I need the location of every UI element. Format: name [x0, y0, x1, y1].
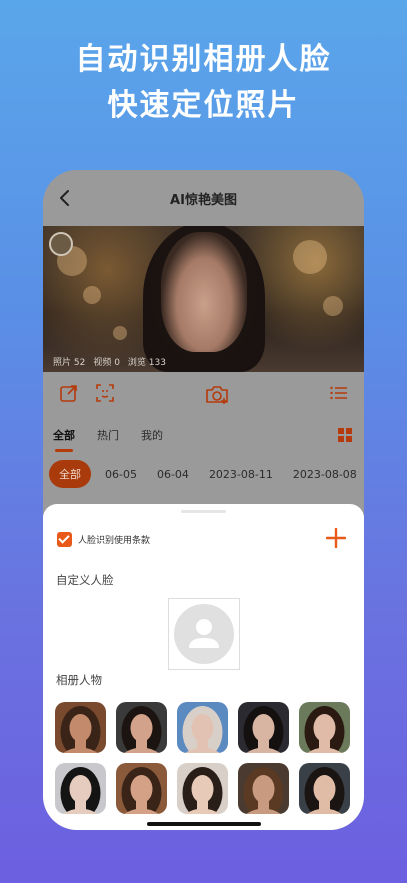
date-chip[interactable]: 06-04 [151, 462, 195, 487]
album-cover[interactable]: 照片 52 视频 0 浏览 133 [43, 226, 364, 372]
sheet-drag-handle[interactable] [181, 510, 226, 513]
album-face-thumb[interactable] [177, 763, 228, 814]
home-indicator [147, 822, 261, 826]
custom-face-title: 自定义人脸 [56, 573, 114, 587]
album-face-thumb[interactable] [55, 702, 106, 753]
date-filter: 全部 06-05 06-04 2023-08-11 2023-08-08 [43, 454, 364, 494]
grid-view-icon[interactable] [338, 428, 352, 442]
album-avatar[interactable] [49, 232, 73, 256]
phone-screen: AI惊艳美图 照片 52 视频 0 浏览 133 全部 热门 我的 全部 06-… [43, 170, 364, 830]
tab-all[interactable]: 全部 [53, 427, 75, 452]
terms-label[interactable]: 人脸识别使用条款 [78, 533, 150, 546]
album-face-thumb[interactable] [55, 763, 106, 814]
terms-checkbox[interactable] [57, 532, 72, 547]
chevron-left-icon[interactable] [55, 188, 75, 208]
album-face-thumb[interactable] [299, 763, 350, 814]
promo-headline-line2: 快速定位照片 [107, 88, 300, 123]
album-face-thumb[interactable] [116, 763, 167, 814]
add-face-icon[interactable] [326, 528, 346, 548]
share-icon[interactable] [59, 383, 79, 403]
date-chip[interactable]: 全部 [49, 460, 91, 488]
album-face-thumb[interactable] [238, 763, 289, 814]
video-count: 视频 0 [93, 358, 120, 368]
tab-popular[interactable]: 热门 [97, 427, 119, 443]
toolbar [43, 372, 364, 416]
date-chip[interactable]: 2023-08-11 [203, 462, 279, 487]
category-tabs: 全部 热门 我的 [43, 416, 364, 454]
terms-row[interactable]: 人脸识别使用条款 [57, 532, 150, 547]
nav-bar: AI惊艳美图 [43, 170, 364, 226]
person-icon [174, 604, 234, 664]
album-face-thumb[interactable] [177, 702, 228, 753]
list-icon[interactable] [329, 383, 349, 403]
custom-face-placeholder[interactable] [168, 598, 240, 670]
album-stats: 照片 52 视频 0 浏览 133 [53, 355, 166, 368]
page-title: AI惊艳美图 [170, 192, 237, 208]
face-scan-icon[interactable] [95, 383, 115, 403]
promo-headline-line1: 自动识别相册人脸 [75, 42, 332, 77]
face-recognition-sheet: 人脸识别使用条款 自定义人脸 相册人物 [43, 504, 364, 830]
album-people-title: 相册人物 [56, 673, 102, 687]
portrait-face [161, 232, 247, 352]
photo-count: 照片 52 [53, 358, 86, 368]
camera-add-icon[interactable] [205, 383, 229, 405]
album-face-thumb[interactable] [299, 702, 350, 753]
tab-mine[interactable]: 我的 [141, 427, 163, 443]
album-face-thumb[interactable] [116, 702, 167, 753]
view-count: 浏览 133 [127, 358, 166, 368]
date-chip[interactable]: 06-05 [99, 462, 143, 487]
album-face-thumb[interactable] [238, 702, 289, 753]
date-chip[interactable]: 2023-08-08 [287, 462, 363, 487]
